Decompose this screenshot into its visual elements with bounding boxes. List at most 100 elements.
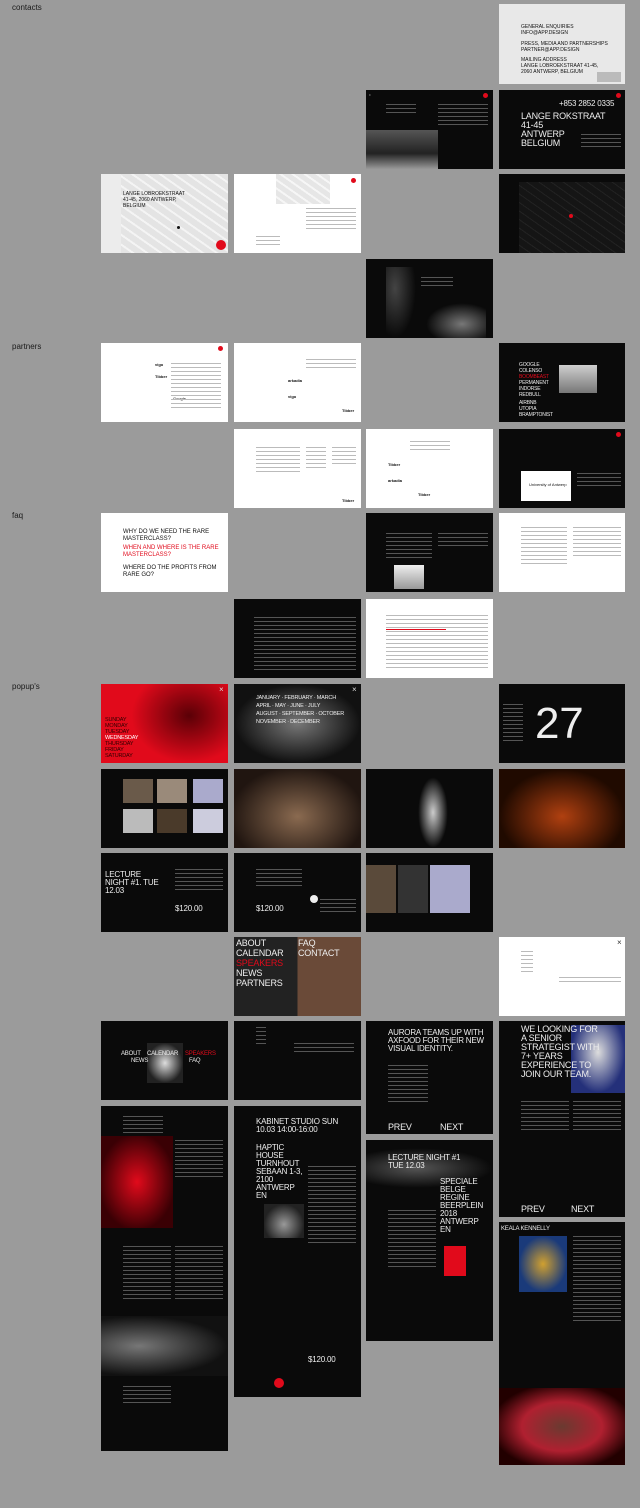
buy-button[interactable] <box>274 1378 284 1388</box>
section-label-popups: popup's <box>12 682 40 691</box>
map-address-3: BELGIUM <box>123 203 146 209</box>
partner-logo: Tibber <box>342 498 355 503</box>
menu-speakers[interactable]: SPEAKERS <box>185 1051 216 1057</box>
partners-list-card: arkadia vigo Tibber <box>234 343 361 422</box>
menu-about[interactable]: ABOUT <box>121 1051 141 1057</box>
partners-logos-grid-2: Tibber arkadia Tibber <box>366 429 493 508</box>
menu-calendar[interactable]: CALENDAR <box>236 949 284 958</box>
popup-gallery-2 <box>366 853 493 932</box>
partners-about-card: Tibber <box>234 429 361 508</box>
faq-card-list: WHY DO WE NEED THE RARE MASTERCLASS? WHE… <box>101 513 228 592</box>
popup-speaker-article <box>101 1106 228 1451</box>
partner-logo: Tibber <box>342 408 355 413</box>
months-row-2[interactable]: APRIL · MAY · JUNE · JULY <box>256 703 320 710</box>
popup-photo-woman <box>366 769 493 848</box>
popup-menu-inline: ABOUT CALENDAR SPEAKERS NEWS FAQ <box>101 1021 228 1100</box>
popup-job-posting: WE LOOKING FOR A SENIOR STRATEGIST WITH … <box>499 1021 625 1217</box>
map-pin-icon[interactable] <box>569 214 573 218</box>
contact-card-enquiries: GENERAL ENQUIRIES INFO@APP.DESIGN PRESS,… <box>499 4 625 84</box>
popup-days-red: SUNDAY MONDAY TUESDAY WEDNESDAY THURSDAY… <box>101 684 228 763</box>
partners-names-card: GOOGLE COLENSO BOOMBEAST PERMANENT INDOR… <box>499 343 625 422</box>
keala-name: KEALA KENNELLY <box>501 1226 550 1232</box>
lecture-price: $120.00 <box>175 904 203 913</box>
event-photo <box>264 1204 304 1238</box>
faq-question-3[interactable]: WHERE DO THE PROFITS FROM RARE GO? <box>123 565 223 578</box>
months-row-4[interactable]: NOVEMBER · DECEMBER <box>256 719 320 726</box>
faq-card-photo <box>366 513 493 592</box>
lecture2-title: LECTURE NIGHT #1 TUE 12.03 <box>388 1153 461 1170</box>
day-item[interactable]: SATURDAY <box>105 753 133 760</box>
partner-logo: arkadia <box>388 478 403 483</box>
close-dot-button[interactable] <box>483 93 488 98</box>
kabinet-title: KABINET STUDIO SUN 10.03 14:00-16:00 <box>256 1117 339 1134</box>
partner-logo: vigo <box>155 362 164 367</box>
faq-question-1[interactable]: WHY DO WE NEED THE RARE MASTERCLASS? <box>123 529 223 542</box>
menu-news[interactable]: NEWS <box>131 1058 148 1064</box>
popup-event-kabinet: KABINET STUDIO SUN 10.03 14:00-16:00 HAP… <box>234 1106 361 1397</box>
red-action-button[interactable] <box>216 240 226 250</box>
next-link[interactable]: NEXT <box>571 1205 594 1214</box>
partner-logo: vigo <box>288 394 297 399</box>
faq-question-2[interactable]: WHEN AND WHERE IS THE RARE MASTERCLASS? <box>123 545 223 558</box>
faq-card-detail <box>499 513 625 592</box>
university-logo-label: University of Antwerp <box>529 482 567 487</box>
kabinet-price: $120.00 <box>308 1355 336 1364</box>
contact-card-phone: +853 2852 0335 LANGE ROKSTRAAT 41-45 ANT… <box>499 90 625 169</box>
contact-card-map-dark <box>499 174 625 253</box>
faq-card-dark-list <box>234 599 361 678</box>
lecture-price-2: $120.00 <box>256 904 284 913</box>
close-dot-button[interactable] <box>616 432 621 437</box>
close-dot-button[interactable] <box>218 346 223 351</box>
close-icon[interactable]: × <box>617 939 622 947</box>
section-label-faq: faq <box>12 511 24 520</box>
popup-menu-photo: ABOUT FAQ CALENDAR CONTACT SPEAKERS NEWS… <box>234 937 361 1016</box>
popup-months: JANUARY · FEBRUARY · MARCH APRIL · MAY ·… <box>234 684 361 763</box>
close-icon[interactable]: × <box>219 686 224 694</box>
partner-name: REDBULL <box>519 392 541 398</box>
popup-lecture-ticket: LECTURE NIGHT #1. TUE 12.03 $120.00 <box>101 853 228 932</box>
speciale-title: SPECIALE BELGE REGINE BEERPLEIN 2018 ANT… <box>440 1177 484 1234</box>
phone-number: +853 2852 0335 <box>559 99 615 108</box>
menu-about[interactable]: ABOUT <box>236 939 266 948</box>
next-link[interactable]: NEXT <box>440 1123 463 1132</box>
partner-logo: Tibber <box>418 492 431 497</box>
months-row-1[interactable]: JANUARY · FEBRUARY · MARCH <box>256 695 336 702</box>
section-label-partners: partners <box>12 342 42 351</box>
job-title: WE LOOKING FOR A SENIOR STRATEGIST WITH … <box>521 1024 600 1079</box>
partners-university-card: University of Antwerp <box>499 429 625 508</box>
faq-card-white-list <box>366 599 493 678</box>
menu-contact[interactable]: CONTACT <box>298 949 340 958</box>
popup-photo-crowd <box>234 769 361 848</box>
map-pin-icon[interactable] <box>177 226 180 229</box>
popup-lecture-speciale: LECTURE NIGHT #1 TUE 12.03 SPECIALE BELG… <box>366 1140 493 1341</box>
prev-link[interactable]: PREV <box>521 1205 545 1214</box>
partner-logo: Tibber <box>155 374 168 379</box>
section-label-contacts: contacts <box>12 3 42 12</box>
menu-faq[interactable]: FAQ <box>298 939 316 948</box>
contact-card-dark-image <box>366 259 493 338</box>
menu-calendar[interactable]: CALENDAR <box>147 1051 178 1057</box>
close-dot-button[interactable] <box>351 178 356 183</box>
partner-logo: arkadia <box>288 378 303 383</box>
months-row-3[interactable]: AUGUST · SEPTEMBER · OCTOBER <box>256 711 344 718</box>
popup-menu-white: × <box>499 937 625 1016</box>
submit-button[interactable] <box>310 895 318 903</box>
prev-link[interactable]: PREV <box>388 1123 412 1132</box>
partner-email-link[interactable]: PARTNER@APP.DESIGN <box>521 47 579 53</box>
partner-logo: Tibber <box>388 462 401 467</box>
close-icon[interactable]: × <box>352 686 357 694</box>
menu-partners[interactable]: PARTNERS <box>236 979 283 988</box>
popup-photo-dancers <box>499 769 625 848</box>
menu-speakers[interactable]: SPEAKERS <box>236 959 283 968</box>
contact-card-dark-photo: ≡ <box>366 90 493 169</box>
popup-settings <box>234 1021 361 1100</box>
address-line-4: BELGIUM <box>521 138 561 148</box>
mailing-city: 2060 ANTWERP, BELGIUM <box>521 69 583 75</box>
popup-lecture-form: $120.00 <box>234 853 361 932</box>
day-number: 27 <box>535 699 584 748</box>
menu-news[interactable]: NEWS <box>236 969 262 978</box>
close-dot-button[interactable] <box>616 93 621 98</box>
menu-faq[interactable]: FAQ <box>189 1058 201 1064</box>
info-email-link[interactable]: INFO@APP.DESIGN <box>521 30 568 36</box>
keala-portrait-2 <box>499 1388 625 1465</box>
